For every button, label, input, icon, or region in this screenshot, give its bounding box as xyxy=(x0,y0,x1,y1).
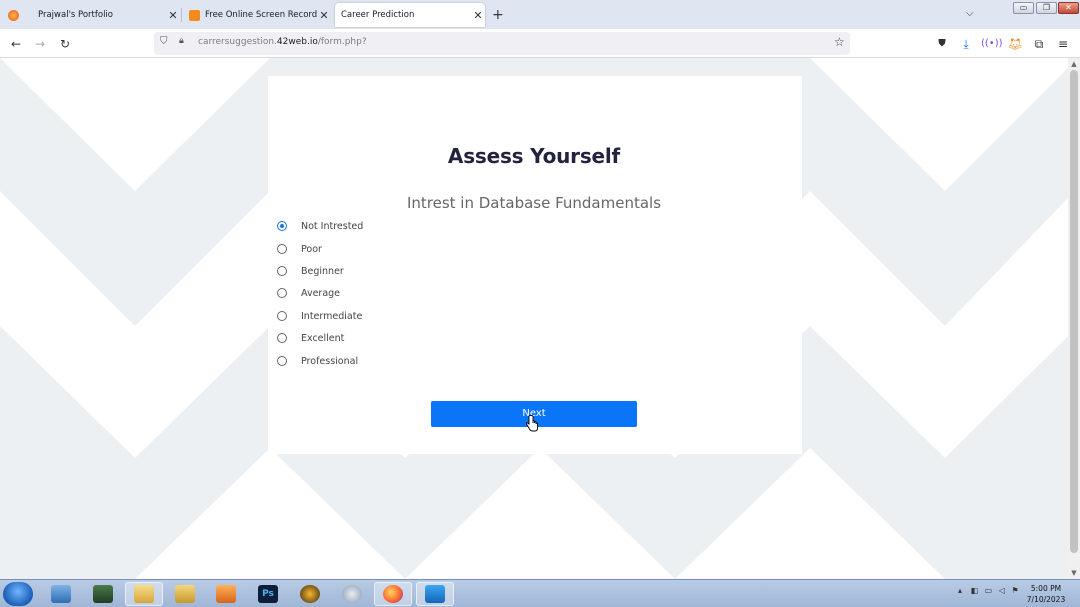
fl-studio-icon xyxy=(300,585,320,603)
close-tab-icon[interactable]: ✕ xyxy=(317,9,331,22)
extensions-puzzle-icon[interactable]: ⧉ xyxy=(1030,35,1048,53)
taskbar-folder-notes[interactable] xyxy=(166,582,204,606)
url-host: 42web.io xyxy=(276,37,318,47)
close-tab-icon[interactable]: ✕ xyxy=(166,9,180,22)
url-text: carrersuggestion.42web.io/form.php? xyxy=(198,37,367,47)
radio-button[interactable] xyxy=(277,311,287,321)
taskbar-clock[interactable]: 5:00 PM 7/10/2023 xyxy=(1022,583,1070,605)
bookmark-star-icon[interactable]: ☆ xyxy=(834,35,845,49)
tab-label: Prajwal's Portfolio xyxy=(38,10,113,20)
restore-icon[interactable]: ❐ xyxy=(1036,2,1057,14)
page-scrollbar[interactable]: ▲ ▼ xyxy=(1068,58,1080,579)
scroll-down-icon[interactable]: ▼ xyxy=(1068,567,1080,579)
option-intermediate[interactable]: Intermediate xyxy=(277,308,362,324)
taskbar-media-player[interactable] xyxy=(207,582,245,606)
vscode-icon xyxy=(425,585,445,603)
battery-icon[interactable]: ▭ xyxy=(985,586,993,595)
question-text: Intrest in Database Fundamentals xyxy=(406,194,662,212)
url-path: /form.php? xyxy=(317,37,367,47)
volume-icon[interactable]: ◁ xyxy=(999,586,1005,595)
lock-icon[interactable]: 🔒︎ xyxy=(179,36,184,46)
radio-button[interactable] xyxy=(277,288,287,298)
system-tray: ▴ ◧ ▭ ◁ ⚑ xyxy=(958,586,1019,595)
forward-icon[interactable]: → xyxy=(31,35,49,53)
clock-time: 5:00 PM xyxy=(1030,584,1062,593)
taskbar-computer[interactable] xyxy=(84,582,122,606)
taskbar-fl-studio[interactable] xyxy=(291,582,329,606)
photoshop-icon: Ps xyxy=(258,585,278,603)
taskbar-firefox[interactable] xyxy=(374,582,412,606)
radio-button[interactable] xyxy=(277,221,287,231)
action-center-flag-icon[interactable]: ⚑ xyxy=(1011,586,1018,595)
list-all-tabs-icon[interactable]: ⌵ xyxy=(966,8,974,19)
url-bar[interactable]: ⛉ 🔒︎ carrersuggestion.42web.io/form.php?… xyxy=(154,32,850,55)
option-excellent[interactable]: Excellent xyxy=(277,330,344,346)
clock-date: 7/10/2023 xyxy=(1026,595,1066,604)
option-label: Average xyxy=(301,287,341,299)
firefox-icon xyxy=(8,9,19,21)
network-icon[interactable]: ◧ xyxy=(971,586,979,595)
assessment-card xyxy=(268,76,802,454)
tab-label: Free Online Screen Recorder & xyxy=(205,10,317,20)
page-content: Assess Yourself Intrest in Database Fund… xyxy=(0,58,1068,579)
extension-radio-icon[interactable]: ((•)) xyxy=(981,35,1003,53)
hand-cursor-icon xyxy=(525,415,538,432)
tab-divider xyxy=(181,8,182,22)
reload-icon[interactable]: ↻ xyxy=(56,35,74,53)
option-beginner[interactable]: Beginner xyxy=(277,263,344,279)
menu-hamburger-icon[interactable]: ≡ xyxy=(1054,35,1072,53)
downloads-icon[interactable]: ⤓ xyxy=(957,35,975,53)
minimize-icon[interactable]: ▭ xyxy=(1013,2,1034,14)
taskbar-vscode[interactable] xyxy=(416,582,454,606)
file-explorer-icon xyxy=(134,585,154,603)
show-hidden-icons-icon[interactable]: ▴ xyxy=(958,586,962,595)
tab-label: Career Prediction xyxy=(341,10,415,20)
tab-bar: Prajwal's Portfolio ✕ Free Online Screen… xyxy=(0,0,1080,29)
metamask-icon[interactable]: 🦊︎ xyxy=(1006,35,1024,53)
option-label: Intermediate xyxy=(301,310,363,322)
taskbar-photoshop[interactable]: Ps xyxy=(249,582,287,606)
tab-career-prediction[interactable]: Career Prediction ✕ xyxy=(335,3,485,27)
radio-button[interactable] xyxy=(277,333,287,343)
computer-icon xyxy=(93,585,113,603)
start-button[interactable] xyxy=(3,582,33,606)
radio-button[interactable] xyxy=(277,266,287,276)
option-average[interactable]: Average xyxy=(277,285,340,301)
control-panel-icon xyxy=(51,585,71,603)
media-player-icon xyxy=(216,585,236,603)
taskbar-file-explorer[interactable] xyxy=(125,582,163,606)
windows-taskbar: Ps ▴ ◧ ▭ ◁ ⚑ 5:00 PM 7/10/2023 xyxy=(0,579,1080,607)
option-label: Professional xyxy=(301,355,359,367)
tab-prajwals-portfolio[interactable]: Prajwal's Portfolio ✕ xyxy=(8,3,180,27)
close-window-icon[interactable]: ✕ xyxy=(1058,2,1079,14)
tracking-protection-icon[interactable]: ⛉ xyxy=(160,36,168,47)
option-label: Excellent xyxy=(301,332,345,344)
back-icon[interactable]: ← xyxy=(7,35,25,53)
snipping-tool-icon xyxy=(342,585,362,603)
option-label: Poor xyxy=(301,243,322,255)
url-prefix: carrersuggestion. xyxy=(198,37,277,47)
option-not-intrested[interactable]: Not Intrested xyxy=(277,218,363,234)
taskbar-control-panel[interactable] xyxy=(42,582,80,606)
taskbar-snipping-tool[interactable] xyxy=(333,582,371,606)
pocket-icon[interactable]: ⛊ xyxy=(933,35,951,53)
radio-button[interactable] xyxy=(277,244,287,254)
new-tab-icon[interactable]: + xyxy=(492,7,504,23)
option-professional[interactable]: Professional xyxy=(277,353,358,369)
radio-button[interactable] xyxy=(277,356,287,366)
screen-recorder-icon xyxy=(189,9,200,21)
scroll-up-icon[interactable]: ▲ xyxy=(1068,58,1080,70)
option-poor[interactable]: Poor xyxy=(277,241,322,257)
scrollbar-thumb[interactable] xyxy=(1070,70,1078,553)
option-label: Beginner xyxy=(301,265,344,277)
close-tab-icon[interactable]: ✕ xyxy=(471,9,485,22)
tab-free-online-screen-recorder[interactable]: Free Online Screen Recorder & ✕ xyxy=(189,3,331,27)
navigation-toolbar: ← → ↻ ⛉ 🔒︎ carrersuggestion.42web.io/for… xyxy=(0,29,1080,58)
folder-notes-icon xyxy=(175,585,195,603)
option-label: Not Intrested xyxy=(301,220,364,232)
firefox-icon xyxy=(383,585,403,603)
page-title: Assess Yourself xyxy=(447,144,621,168)
